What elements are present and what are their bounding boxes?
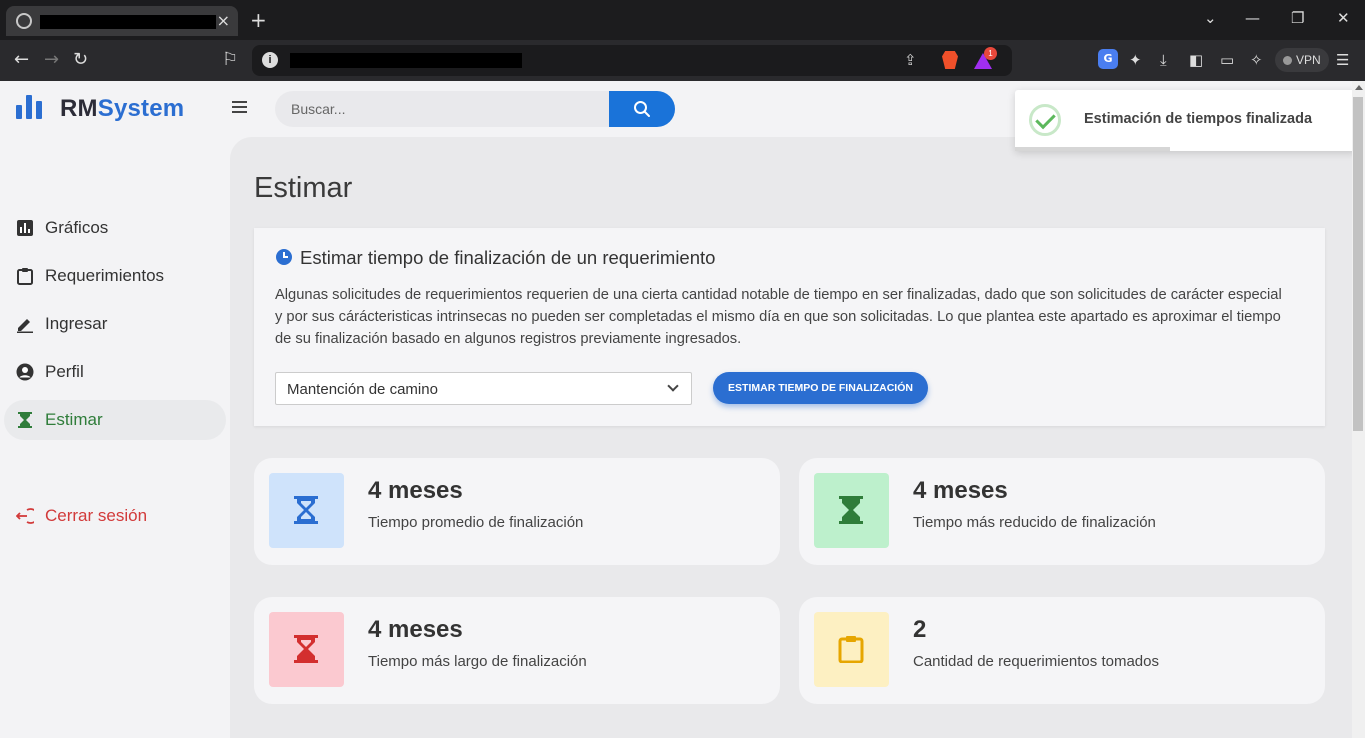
clipboard-icon: [838, 636, 864, 663]
extensions-icon[interactable]: ✦: [1129, 51, 1142, 69]
sidebar-item-ingresar[interactable]: Ingresar: [4, 304, 226, 344]
bookmark-icon[interactable]: ⚐: [222, 49, 238, 70]
close-tab-icon[interactable]: ×: [217, 11, 230, 30]
requirement-select[interactable]: Mantención de camino: [275, 372, 692, 405]
minimize-icon[interactable]: —: [1245, 9, 1260, 27]
wallet-icon[interactable]: ▭: [1220, 51, 1234, 69]
search-icon: [634, 101, 650, 117]
logout-icon: [16, 508, 34, 524]
page-title: Estimar: [254, 172, 353, 204]
sidebar-item-label: Perfil: [45, 362, 84, 381]
sidebar-item-perfil[interactable]: Perfil: [4, 352, 226, 392]
share-icon[interactable]: ⇪: [904, 51, 917, 69]
stat-card-longest: 4 meses Tiempo más largo de finalización: [254, 597, 780, 704]
hamburger-menu-icon[interactable]: [232, 101, 248, 115]
menu-icon[interactable]: ☰: [1336, 51, 1349, 69]
stat-card-average: 4 meses Tiempo promedio de finalización: [254, 458, 780, 565]
reload-icon[interactable]: ↻: [73, 49, 88, 70]
sidebar-toggle-icon[interactable]: ◧: [1189, 51, 1203, 69]
sidebar-item-estimar[interactable]: Estimar: [4, 400, 226, 440]
stat-label: Tiempo más reducido de finalización: [913, 514, 1156, 531]
scroll-up-arrow-icon[interactable]: [1355, 85, 1363, 90]
toast-progress-bar: [1015, 147, 1170, 151]
vpn-status-dot: [1283, 56, 1292, 65]
page-scrollbar[interactable]: [1352, 81, 1365, 738]
stat-icon-box: [814, 473, 889, 548]
brand-system: System: [97, 95, 185, 122]
tab-title-redacted: [40, 15, 216, 29]
stat-label: Tiempo más largo de finalización: [368, 653, 587, 670]
scrollbar-thumb[interactable]: [1353, 97, 1363, 431]
card-description: Algunas solicitudes de requerimientos re…: [275, 287, 1282, 347]
pencil-icon: [17, 319, 33, 333]
search-input[interactable]: [275, 91, 609, 127]
vpn-label: VPN: [1296, 53, 1321, 67]
leo-ai-icon[interactable]: ✧: [1250, 51, 1263, 69]
vpn-button[interactable]: VPN: [1275, 48, 1329, 72]
success-check-icon: [1029, 104, 1061, 136]
globe-icon: [16, 13, 32, 29]
sidebar-item-label: Gráficos: [45, 218, 109, 237]
stat-value: 4 meses: [368, 616, 463, 643]
bar-chart-icon: [17, 220, 33, 236]
back-icon[interactable]: ←: [14, 49, 29, 70]
toast-notification[interactable]: Estimación de tiempos finalizada: [1015, 90, 1357, 151]
brave-shields-icon[interactable]: [942, 51, 958, 69]
tab-search-chevron-icon[interactable]: ⌄: [1204, 9, 1217, 27]
chevron-down-icon: [667, 380, 679, 392]
rewards-badge: 1: [984, 47, 997, 60]
logout-label: Cerrar sesión: [45, 506, 148, 525]
sidebar-item-graficos[interactable]: Gráficos: [4, 208, 226, 248]
stat-icon-box: [814, 612, 889, 687]
search-button[interactable]: [609, 91, 675, 127]
translate-extension-icon[interactable]: G: [1098, 49, 1118, 69]
sidebar-item-label: Estimar: [45, 410, 103, 429]
stat-value: 4 meses: [913, 477, 1008, 504]
estimate-button[interactable]: ESTIMAR TIEMPO DE FINALIZACIÓN: [713, 372, 928, 404]
hourglass-icon: [294, 496, 318, 524]
search-bar: [275, 91, 675, 127]
estimate-card: Estimar tiempo de finalización de un req…: [254, 228, 1325, 426]
brand-name[interactable]: RMSystem: [60, 95, 184, 123]
url-redacted: [290, 53, 522, 68]
stat-value: 4 meses: [368, 477, 463, 504]
brand-rm: RM: [60, 95, 98, 122]
sidebar-item-label: Requerimientos: [45, 266, 165, 285]
logout-button[interactable]: Cerrar sesión: [4, 496, 226, 536]
clipboard-icon: [17, 268, 33, 285]
browser-tab[interactable]: ×: [6, 6, 238, 36]
stat-label: Tiempo promedio de finalización: [368, 514, 584, 531]
hourglass-icon: [839, 496, 863, 524]
toast-message: Estimación de tiempos finalizada: [1084, 111, 1313, 127]
sidebar-item-requerimientos[interactable]: Requerimientos: [4, 256, 226, 296]
stat-icon-box: [269, 612, 344, 687]
site-info-icon[interactable]: i: [262, 52, 278, 68]
close-window-icon[interactable]: ✕: [1337, 9, 1350, 27]
stat-value: 2: [913, 616, 927, 643]
stat-label: Cantidad de requerimientos tomados: [913, 653, 1159, 670]
stat-icon-box: [269, 473, 344, 548]
download-icon[interactable]: ⤓: [1160, 51, 1167, 69]
stat-card-count: 2 Cantidad de requerimientos tomados: [799, 597, 1325, 704]
browser-tab-bar: × + ⌄ — ❐ ✕: [0, 0, 1365, 40]
forward-icon[interactable]: →: [44, 49, 59, 70]
browser-toolbar: ← → ↻ ⚐ i ⇪ 1 G ✦ ⤓ ◧ ▭ ✧ VPN ☰: [0, 40, 1365, 81]
select-value: Mantención de camino: [287, 381, 438, 398]
clock-icon: [276, 249, 292, 265]
stat-card-shortest: 4 meses Tiempo más reducido de finalizac…: [799, 458, 1325, 565]
hourglass-icon: [294, 635, 318, 663]
hourglass-icon: [18, 412, 32, 428]
card-title: Estimar tiempo de finalización de un req…: [300, 247, 716, 268]
address-bar[interactable]: i ⇪ 1: [252, 45, 1012, 76]
restore-icon[interactable]: ❐: [1291, 9, 1304, 27]
sidebar-item-label: Ingresar: [45, 314, 108, 333]
user-circle-icon: [16, 363, 34, 381]
new-tab-button[interactable]: +: [250, 8, 267, 32]
